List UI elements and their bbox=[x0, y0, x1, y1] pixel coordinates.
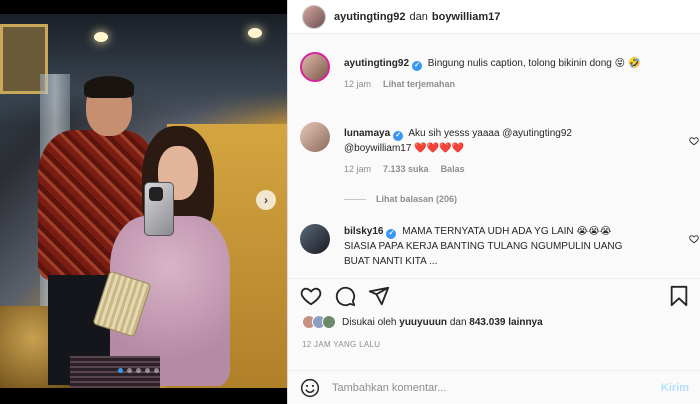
post-authors: ayutingting92 dan boywilliam17 bbox=[334, 11, 500, 23]
likes-count[interactable]: 843.039 lainnya bbox=[469, 317, 542, 328]
heart-emojis: ❤️❤️❤️❤️ bbox=[414, 143, 464, 154]
see-translation-link[interactable]: Lihat terjemahan bbox=[383, 77, 455, 92]
avatar bbox=[322, 315, 336, 329]
phone-in-photo bbox=[144, 182, 174, 236]
bookmark-icon[interactable] bbox=[668, 285, 690, 307]
add-comment-bar: Kirim bbox=[288, 370, 700, 404]
post-media: › bbox=[0, 0, 287, 404]
avatar[interactable] bbox=[300, 224, 330, 254]
like-comment-heart-icon[interactable] bbox=[689, 234, 699, 244]
coauthor-username[interactable]: boywilliam17 bbox=[432, 11, 500, 23]
comment-username[interactable]: lunamaya bbox=[344, 128, 390, 139]
verified-badge-icon: ✓ bbox=[386, 229, 397, 239]
avatar[interactable] bbox=[300, 122, 330, 152]
likes-connector: dan bbox=[449, 316, 467, 328]
divider-line bbox=[344, 198, 366, 200]
likes-prefix: Disukai oleh bbox=[342, 316, 397, 328]
carousel-dots bbox=[118, 368, 159, 373]
carousel-dot bbox=[154, 368, 159, 373]
verified-badge-icon: ✓ bbox=[393, 131, 404, 141]
next-photo-button[interactable]: › bbox=[256, 190, 276, 210]
post-photo[interactable] bbox=[0, 14, 287, 388]
author-avatar[interactable] bbox=[302, 4, 326, 29]
ceiling-light bbox=[248, 28, 262, 38]
comment-time: 12 jam bbox=[344, 164, 372, 174]
post-details: ayutingting92 dan boywilliam17 ayutingting… bbox=[287, 0, 700, 404]
share-icon[interactable] bbox=[368, 285, 390, 307]
heart-icon[interactable] bbox=[300, 285, 322, 307]
likes-summary: Disukai oleh yuuyuuun dan 843.039 lainny… bbox=[302, 315, 543, 329]
emoji-text: 😭😭😭 bbox=[576, 226, 612, 237]
liker-avatars bbox=[302, 315, 336, 329]
comment-username[interactable]: bilsky16 bbox=[344, 226, 383, 237]
emoji-icon[interactable] bbox=[300, 378, 320, 398]
comment-text: BUAT NANTI KITA ... bbox=[344, 256, 438, 267]
mention-link[interactable]: @boywilliam17 bbox=[344, 143, 411, 154]
emoji-text: 😝 🤣 bbox=[614, 58, 641, 69]
comment-likes[interactable]: 7.133 suka bbox=[383, 162, 429, 177]
comment-time: 12 jam bbox=[344, 79, 372, 89]
comment-text: SIASIA PAPA KERJA BANTING TULANG NGUMPUL… bbox=[344, 241, 623, 252]
comment-username[interactable]: ayutingting92 bbox=[344, 58, 409, 69]
post-header: ayutingting92 dan boywilliam17 bbox=[288, 0, 700, 34]
verified-badge-icon: ✓ bbox=[412, 61, 423, 71]
avatar[interactable] bbox=[300, 52, 330, 82]
comment-icon[interactable] bbox=[334, 285, 356, 307]
view-replies-label: Lihat balasan (206) bbox=[376, 194, 458, 204]
chevron-right-icon: › bbox=[264, 193, 268, 207]
view-replies-link[interactable]: Lihat balasan (206) bbox=[344, 194, 457, 204]
carousel-dot bbox=[136, 368, 141, 373]
carousel-dot bbox=[127, 368, 132, 373]
ceiling-light bbox=[94, 32, 108, 42]
liker-username[interactable]: yuuyuuun bbox=[399, 317, 447, 328]
post-comment-button[interactable]: Kirim bbox=[661, 382, 689, 394]
post-actions bbox=[288, 278, 700, 314]
comment-text: Aku sih yesss yaaaa @ayutingting92 bbox=[408, 128, 572, 139]
reply-button[interactable]: Balas bbox=[441, 162, 465, 177]
post-timestamp[interactable]: 12 JAM YANG LALU bbox=[302, 340, 380, 349]
comment-list: ayutingting92 ✓ Bingung nulis caption, to… bbox=[288, 44, 700, 274]
photo-woman bbox=[70, 126, 240, 388]
connector-text: dan bbox=[409, 10, 428, 23]
comment-text: MAMA TERNYATA UDH ADA YG LAIN bbox=[402, 226, 574, 237]
like-comment-heart-icon[interactable] bbox=[689, 136, 699, 146]
comment-input[interactable] bbox=[332, 381, 661, 394]
author-username[interactable]: ayutingting92 bbox=[334, 11, 406, 23]
comment-text: Bingung nulis caption, tolong bikinin do… bbox=[427, 58, 612, 69]
carousel-dot bbox=[145, 368, 150, 373]
carousel-dot bbox=[118, 368, 123, 373]
